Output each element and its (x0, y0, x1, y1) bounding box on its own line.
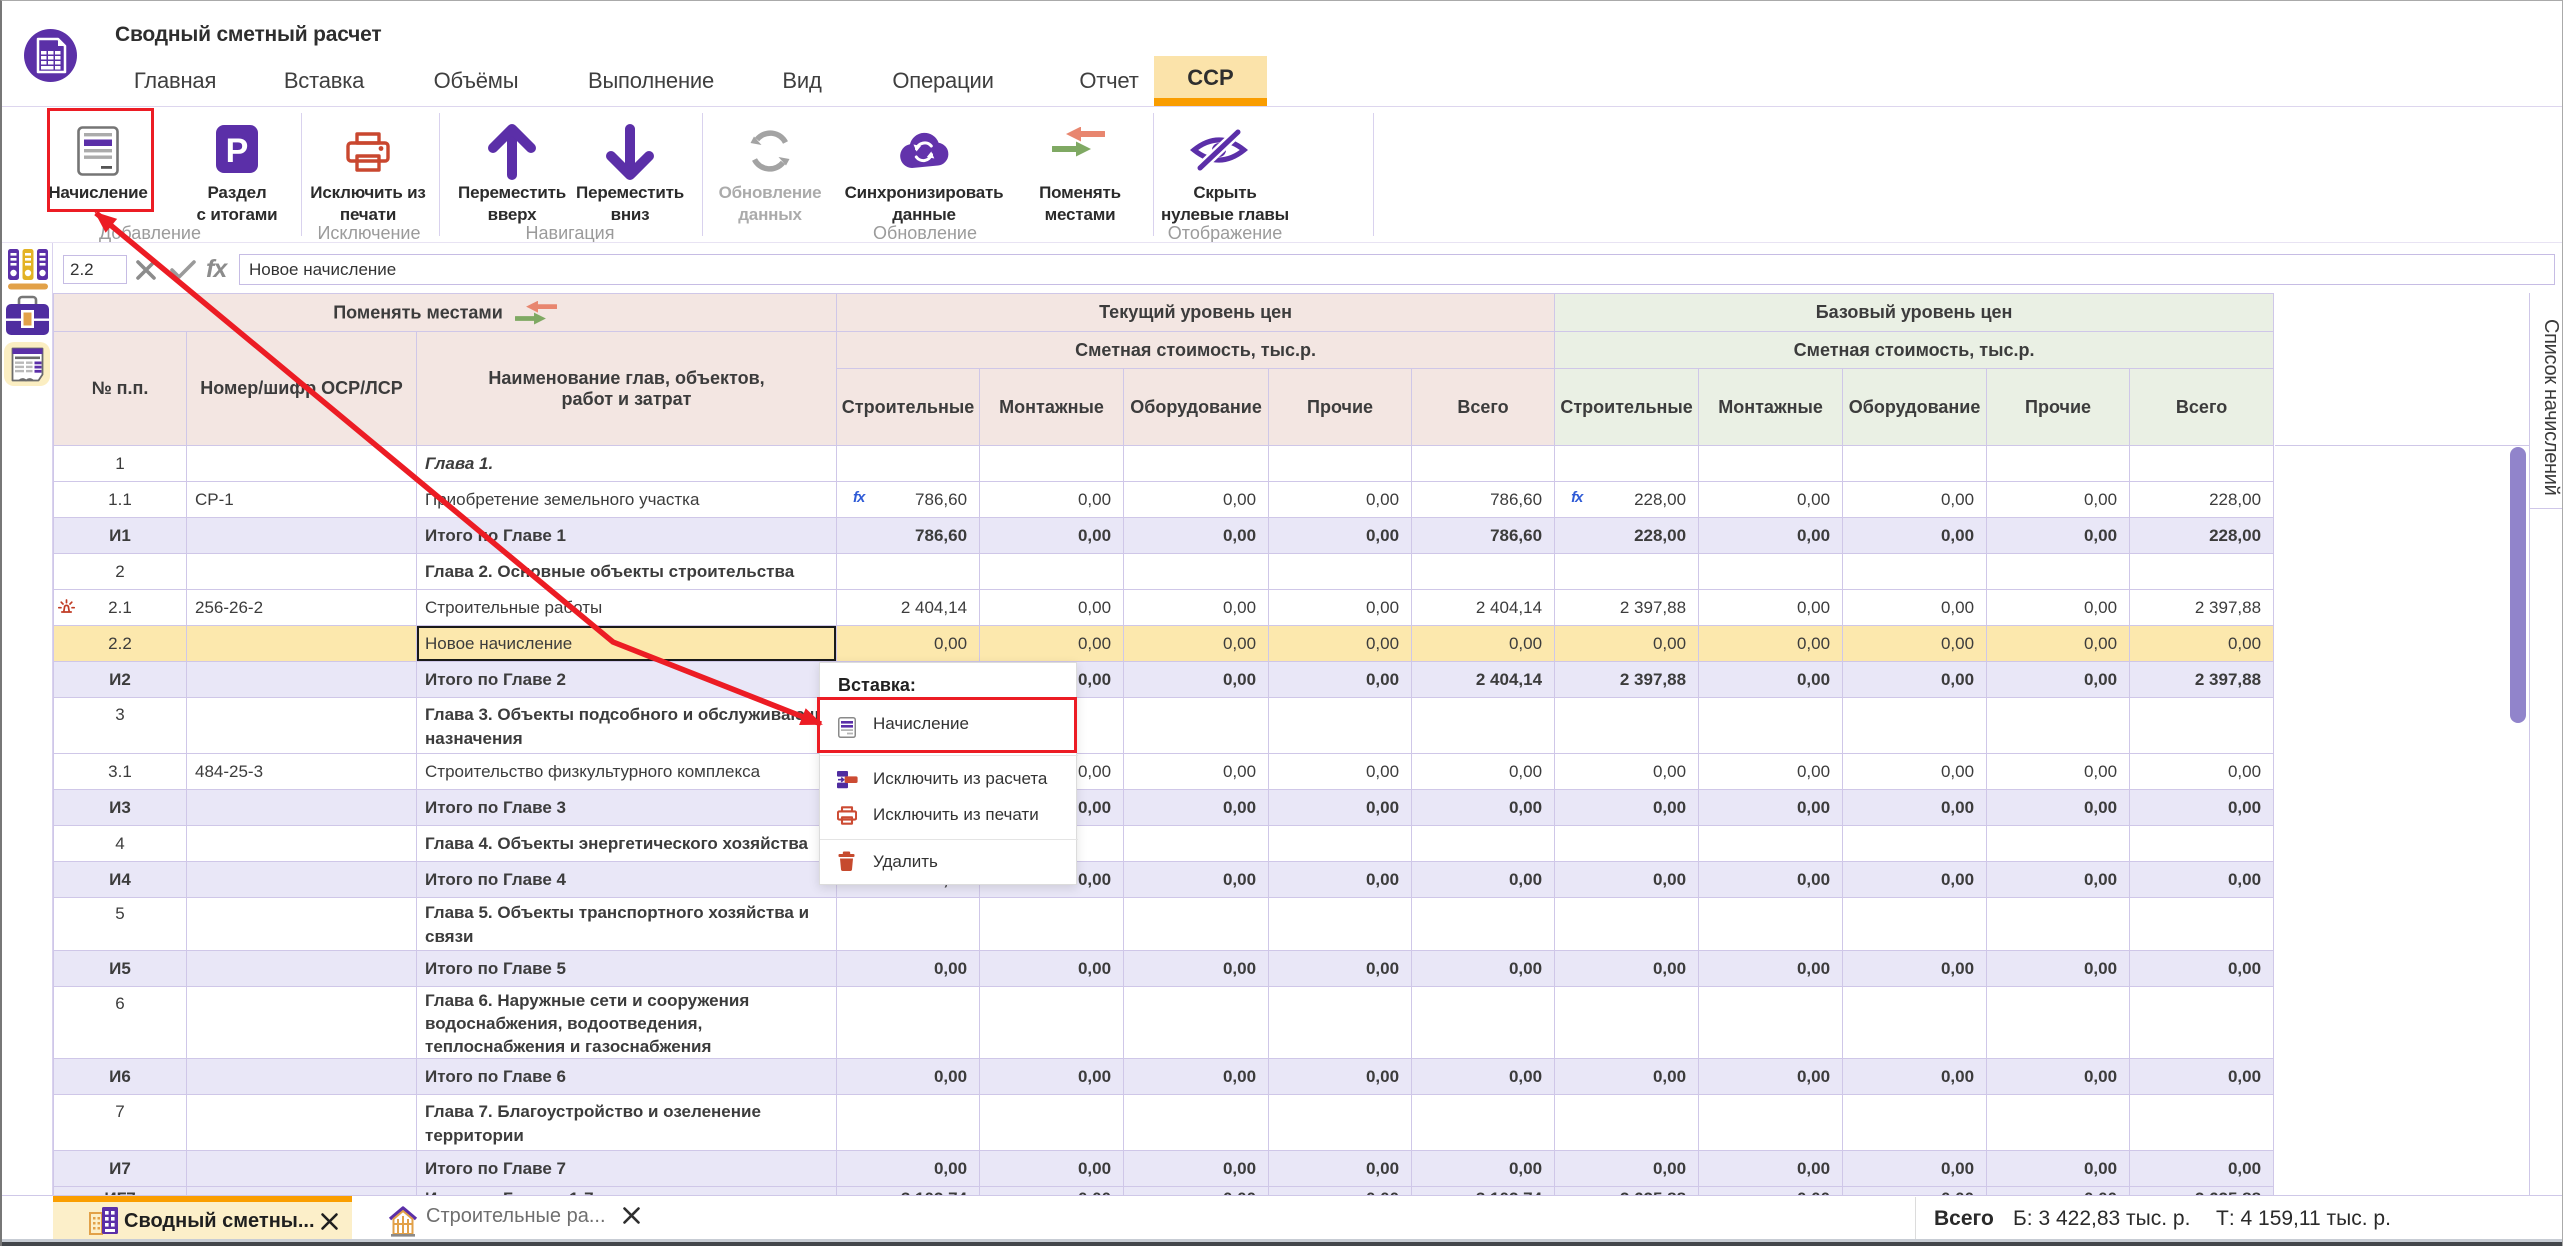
svg-text:P: P (226, 132, 249, 170)
